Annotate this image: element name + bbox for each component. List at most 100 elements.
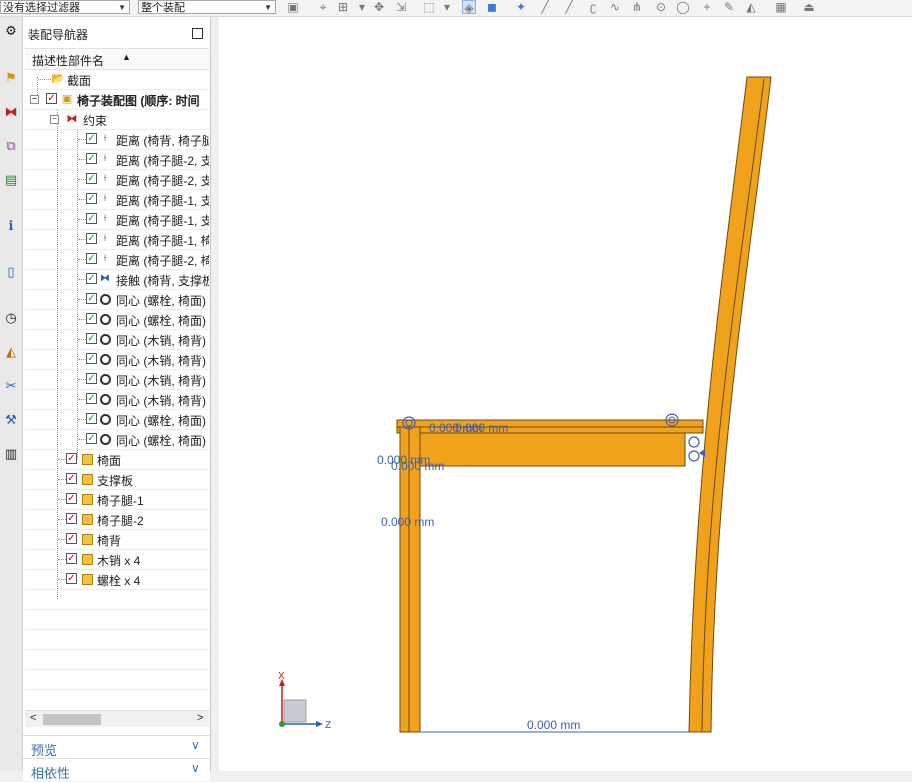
tree-row-constraint[interactable]: ✓ ⟊ 距离 (椅子腿-2, 支: [25, 149, 209, 170]
constraint-checkbox[interactable]: ✓: [86, 253, 97, 264]
drag-icon[interactable]: ⇲: [394, 0, 408, 14]
shaded-view-icon[interactable]: ◈: [462, 0, 476, 15]
collapse-icon[interactable]: −: [50, 115, 59, 124]
tree-row-constraint[interactable]: ✓ ⟊ 距离 (椅子腿-1, 椅: [25, 229, 209, 250]
dimension-label[interactable]: 0.000 mm: [527, 718, 580, 732]
tree-row-constraint[interactable]: ✓ ⧓ 接触 (椅背, 支撑板: [25, 269, 209, 290]
cube-view-icon[interactable]: ◼: [485, 0, 499, 14]
snap-icon[interactable]: ⌖: [316, 0, 330, 14]
line-icon[interactable]: ╱: [562, 0, 576, 14]
tree-row-constraint[interactable]: ✓ ⟊ 距离 (椅子腿-2, 椅: [25, 249, 209, 270]
dowel-marker[interactable]: [688, 450, 700, 462]
support-board[interactable]: [408, 432, 686, 467]
chair-model-view[interactable]: 0.000 mm 0.000 mm 0.000 mm 0.000 mm 0.00…: [219, 17, 912, 771]
tree-row-constraint[interactable]: ✓ 同心 (螺栓, 椅面): [25, 429, 209, 450]
analysis-icon[interactable]: ✂: [2, 377, 20, 395]
tree-row-component[interactable]: ✓ 椅子腿-1: [25, 489, 209, 510]
constraint-checkbox[interactable]: ✓: [86, 193, 97, 204]
view-triad[interactable]: X Z: [278, 671, 331, 731]
visibility-checkbox[interactable]: ✓: [46, 93, 57, 104]
tree-row-constraint[interactable]: ✓ 同心 (螺栓, 椅面): [25, 289, 209, 310]
constraint-checkbox[interactable]: ✓: [86, 153, 97, 164]
snap-point-icon[interactable]: ✦: [514, 0, 528, 14]
visibility-checkbox[interactable]: ✓: [66, 473, 77, 484]
constraint-checkbox[interactable]: ✓: [86, 293, 97, 304]
tree-row-component[interactable]: ✓ 螺栓 x 4: [25, 569, 209, 590]
graphics-window[interactable]: 0.000 mm 0.000 mm 0.000 mm 0.000 mm 0.00…: [219, 17, 912, 771]
arc-icon[interactable]: ʗ: [586, 0, 600, 14]
move-icon[interactable]: ✥: [372, 0, 386, 14]
scroll-right-button[interactable]: >: [197, 712, 203, 724]
tree-row-constraint[interactable]: ✓ ⟊ 距离 (椅子腿-1, 支: [25, 189, 209, 210]
horizontal-scrollbar[interactable]: < >: [25, 710, 209, 727]
collapse-icon[interactable]: −: [30, 95, 39, 104]
tree-row-assembly-root[interactable]: − ✓ ▣ 椅子装配图 (顺序: 时间: [25, 89, 209, 110]
part-navigator-icon[interactable]: ⧉: [2, 137, 20, 155]
dependencies-section-header[interactable]: 相依性 ∨: [23, 758, 210, 781]
document-icon[interactable]: ▯: [2, 263, 20, 281]
dimension-label[interactable]: 0.000 mm: [381, 515, 434, 529]
chevron-down-icon[interactable]: ▾: [355, 0, 369, 14]
tree-row-constraint[interactable]: ✓ ⟊ 距离 (椅子腿-1, 支: [25, 209, 209, 230]
tree-row-component[interactable]: ✓ 椅子腿-2: [25, 509, 209, 530]
tree-row-constraint[interactable]: ✓ 同心 (木销, 椅背): [25, 369, 209, 390]
visibility-checkbox[interactable]: ✓: [66, 533, 77, 544]
constraint-checkbox[interactable]: ✓: [86, 413, 97, 424]
pen-icon[interactable]: ✎: [722, 0, 736, 14]
circle-icon[interactable]: ◯: [676, 0, 690, 14]
scroll-thumb[interactable]: [43, 714, 101, 725]
tree-row-constraint[interactable]: ✓ 同心 (螺栓, 椅面): [25, 409, 209, 430]
constraint-checkbox[interactable]: ✓: [86, 433, 97, 444]
box-select-icon[interactable]: ⬚: [422, 0, 436, 14]
spline-icon[interactable]: ∿: [608, 0, 622, 14]
add-point-icon[interactable]: ⊞: [336, 0, 350, 14]
gear-icon[interactable]: ⚙: [2, 22, 20, 40]
tree-row-constraint[interactable]: ✓ 同心 (螺栓, 椅面): [25, 309, 209, 330]
reuse-library-icon[interactable]: ▤: [2, 171, 20, 189]
tree-row-constraint[interactable]: ✓ ⟊ 距离 (椅背, 椅子腿: [25, 129, 209, 150]
scroll-left-button[interactable]: <: [30, 712, 36, 724]
filter-icon[interactable]: ⏏: [802, 0, 816, 14]
plus-icon[interactable]: +: [700, 0, 714, 14]
history-clock-icon[interactable]: ◷: [2, 309, 20, 327]
visibility-checkbox[interactable]: ✓: [66, 573, 77, 584]
chevron-down-icon[interactable]: ▾: [440, 0, 454, 14]
selection-filter-combo[interactable]: 没有选择过滤器 ▼: [0, 0, 130, 14]
tree-row-component[interactable]: ✓ 木销 x 4: [25, 549, 209, 570]
dimension-label[interactable]: 0.000 mm: [455, 421, 508, 435]
constraint-checkbox[interactable]: ✓: [86, 173, 97, 184]
visibility-checkbox[interactable]: ✓: [66, 553, 77, 564]
chair-back[interactable]: [688, 76, 772, 733]
constraint-checkbox[interactable]: ✓: [86, 333, 97, 344]
tree-row-sections[interactable]: 📂 截面: [25, 69, 209, 90]
assembly-navigator-icon[interactable]: ⚑: [2, 69, 20, 87]
select-all-icon[interactable]: ▣: [286, 0, 300, 14]
constraint-checkbox[interactable]: ✓: [86, 213, 97, 224]
visualization-icon[interactable]: ◭: [2, 343, 20, 361]
info-icon[interactable]: ℹ: [2, 217, 20, 235]
maximize-icon[interactable]: [192, 28, 203, 39]
dimension-label[interactable]: 0.000 mm: [391, 459, 444, 473]
tree-row-constraint[interactable]: ✓ ⟊ 距离 (椅子腿-2, 支: [25, 169, 209, 190]
roles-icon[interactable]: ▥: [2, 445, 20, 463]
visibility-checkbox[interactable]: ✓: [66, 513, 77, 524]
tree-row-component[interactable]: ✓ 椅面: [25, 449, 209, 470]
tools-icon[interactable]: ⚒: [2, 411, 20, 429]
constraint-checkbox[interactable]: ✓: [86, 233, 97, 244]
circle-center-icon[interactable]: ⊙: [654, 0, 668, 14]
constraint-navigator-icon[interactable]: ⧓: [2, 103, 20, 121]
constraint-checkbox[interactable]: ✓: [86, 313, 97, 324]
visibility-checkbox[interactable]: ✓: [66, 453, 77, 464]
grid-icon[interactable]: ▦: [774, 0, 788, 14]
constraint-checkbox[interactable]: ✓: [86, 353, 97, 364]
tree-row-constraints[interactable]: − ⧓ 约束: [25, 109, 209, 130]
line-icon[interactable]: ╱: [538, 0, 552, 14]
tree-row-constraint[interactable]: ✓ 同心 (木销, 椅背): [25, 349, 209, 370]
constraint-checkbox[interactable]: ✓: [86, 273, 97, 284]
tree-row-component[interactable]: ✓ 椅背: [25, 529, 209, 550]
visibility-checkbox[interactable]: ✓: [66, 493, 77, 504]
tree-row-constraint[interactable]: ✓ 同心 (木销, 椅背): [25, 389, 209, 410]
tree-row-constraint[interactable]: ✓ 同心 (木销, 椅背): [25, 329, 209, 350]
scope-combo[interactable]: 整个装配 ▼: [138, 0, 276, 14]
constraint-checkbox[interactable]: ✓: [86, 373, 97, 384]
